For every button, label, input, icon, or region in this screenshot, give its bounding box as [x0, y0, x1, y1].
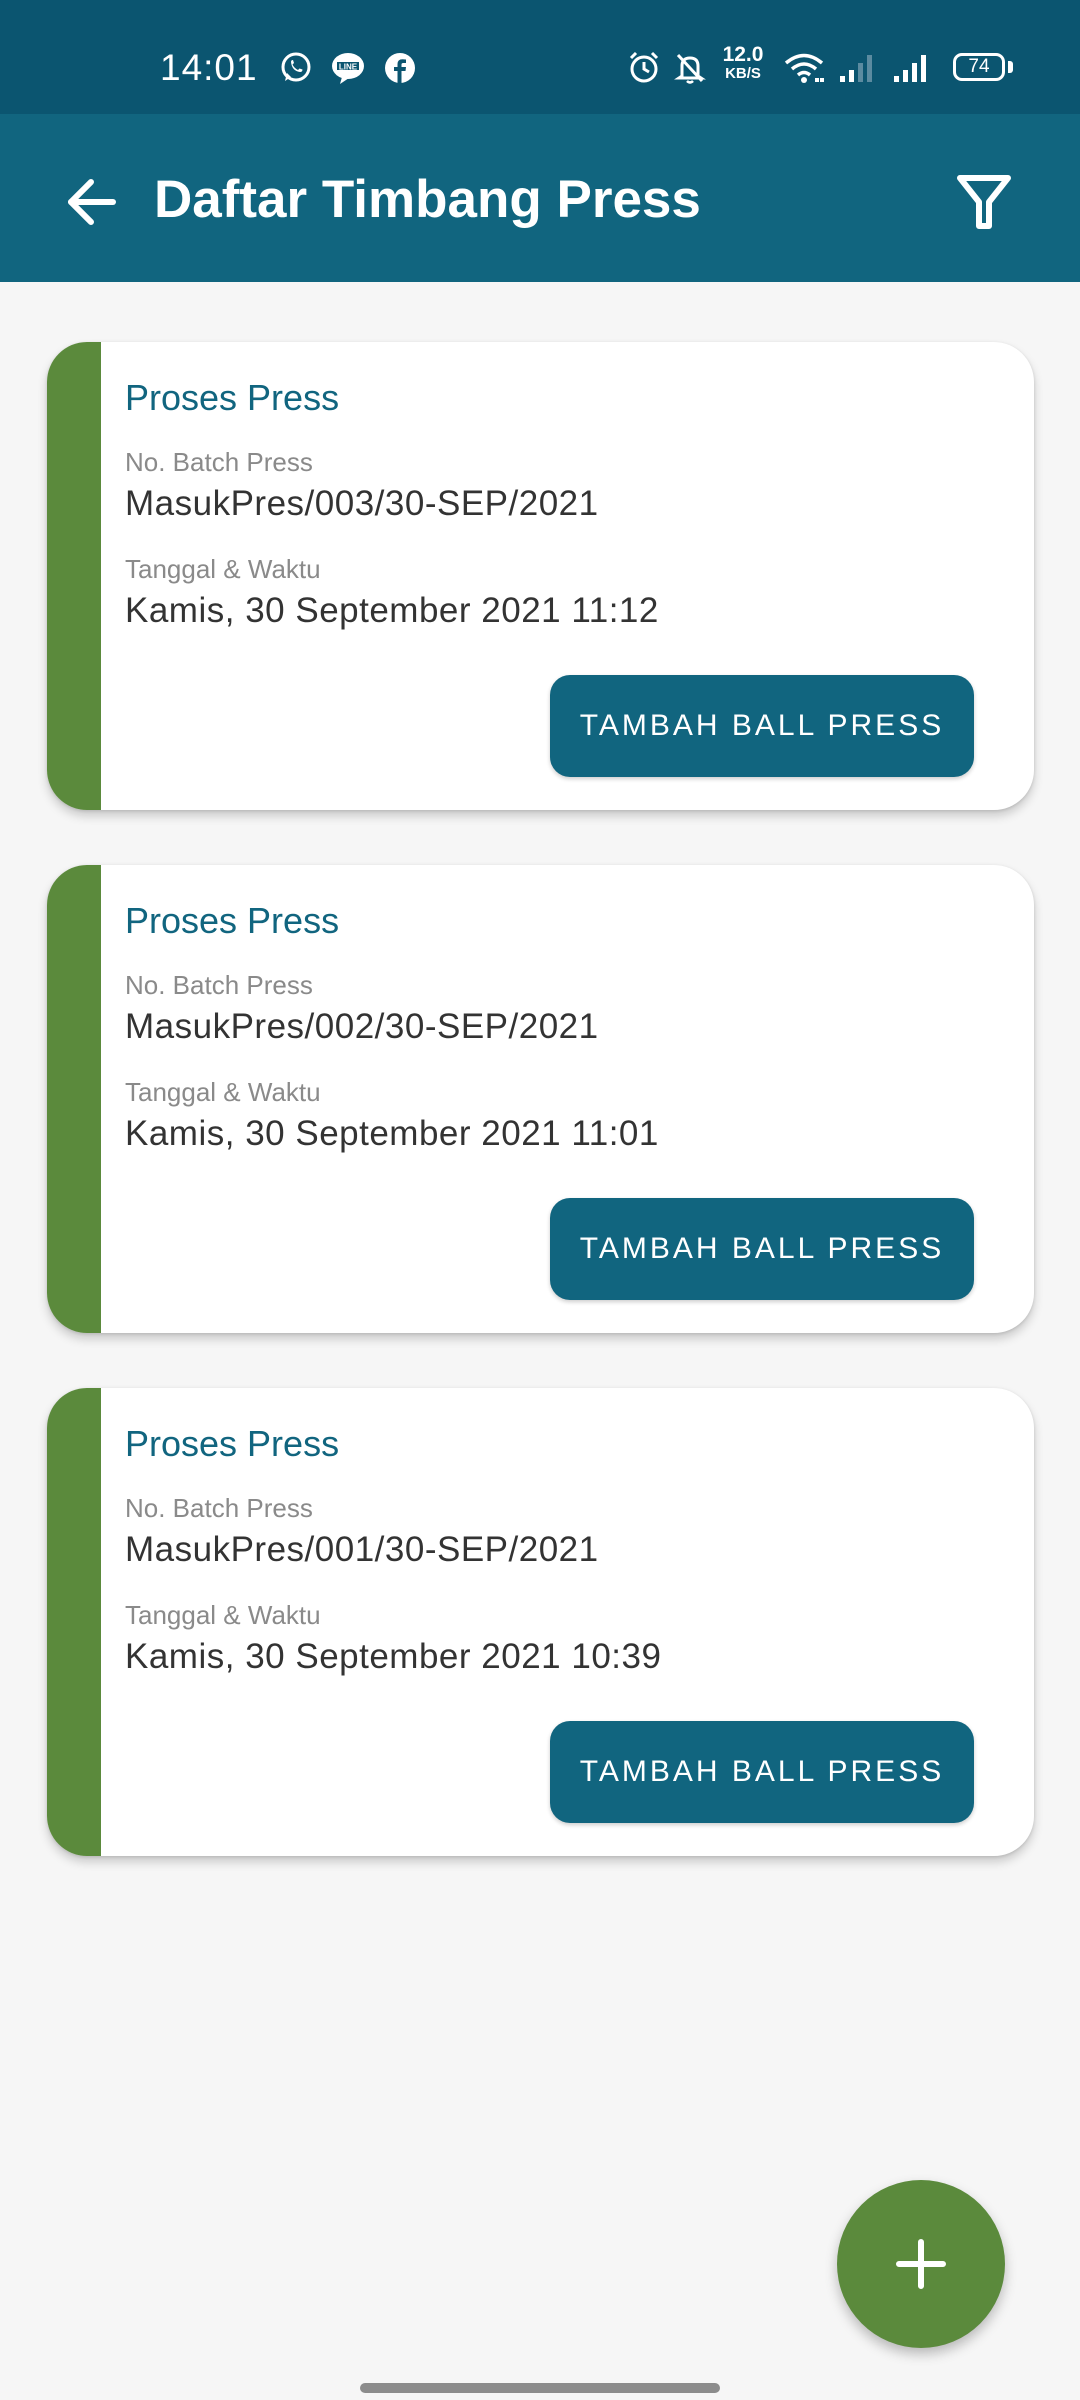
network-speed: 12.0 KB/S: [718, 43, 768, 82]
wifi-icon: [784, 50, 824, 86]
card-title: Proses Press: [125, 900, 340, 941]
app-bar: Daftar Timbang Press: [0, 114, 1080, 282]
whatsapp-icon: [278, 50, 314, 86]
back-button[interactable]: [56, 166, 128, 238]
battery-level: 74: [968, 56, 990, 77]
card-title: Proses Press: [125, 1423, 340, 1464]
batch-card[interactable]: Proses Press No. Batch Press MasukPres/0…: [47, 865, 1034, 1333]
batch-label: No. Batch Press: [125, 1493, 313, 1523]
alarm-icon: [626, 50, 662, 86]
plus-icon: [895, 2238, 947, 2290]
date-label: Tanggal & Waktu: [125, 1600, 321, 1630]
network-speed-unit: KB/S: [725, 65, 761, 82]
date-label: Tanggal & Waktu: [125, 1077, 321, 1107]
date-value: Kamis, 30 September 2021 10:39: [125, 1637, 662, 1676]
card-title: Proses Press: [125, 377, 340, 418]
signal-icon: [838, 50, 878, 86]
filter-icon: [956, 172, 1012, 232]
home-indicator[interactable]: [360, 2383, 720, 2393]
date-label: Tanggal & Waktu: [125, 554, 321, 584]
status-bar: 14:01 LINE 12.0 KB/S 74: [0, 0, 1080, 114]
add-button[interactable]: [837, 2180, 1005, 2348]
batch-label: No. Batch Press: [125, 447, 313, 477]
page-title: Daftar Timbang Press: [154, 170, 701, 229]
batch-value: MasukPres/003/30-SEP/2021: [125, 484, 599, 523]
network-speed-value: 12.0: [722, 43, 764, 66]
signal-icon: [892, 50, 932, 86]
batch-card[interactable]: Proses Press No. Batch Press MasukPres/0…: [47, 1388, 1034, 1856]
card-accent-bar: [47, 1388, 101, 1856]
card-accent-bar: [47, 865, 101, 1333]
date-value: Kamis, 30 September 2021 11:01: [125, 1114, 659, 1153]
card-accent-bar: [47, 342, 101, 810]
battery-tip: [1008, 61, 1013, 73]
facebook-icon: [382, 50, 418, 86]
arrow-left-icon: [65, 175, 119, 229]
batch-value: MasukPres/001/30-SEP/2021: [125, 1530, 599, 1569]
add-ball-press-button[interactable]: TAMBAH BALL PRESS: [550, 1721, 974, 1823]
status-time: 14:01: [160, 47, 258, 88]
line-icon: LINE: [330, 50, 366, 86]
filter-button[interactable]: [946, 164, 1022, 240]
add-ball-press-button[interactable]: TAMBAH BALL PRESS: [550, 675, 974, 777]
date-value: Kamis, 30 September 2021 11:12: [125, 591, 659, 630]
batch-label: No. Batch Press: [125, 970, 313, 1000]
batch-value: MasukPres/002/30-SEP/2021: [125, 1007, 599, 1046]
battery-indicator: 74: [953, 53, 1005, 81]
add-ball-press-button[interactable]: TAMBAH BALL PRESS: [550, 1198, 974, 1300]
svg-text:LINE: LINE: [339, 63, 358, 72]
silent-bell-icon: [672, 50, 708, 86]
batch-card[interactable]: Proses Press No. Batch Press MasukPres/0…: [47, 342, 1034, 810]
